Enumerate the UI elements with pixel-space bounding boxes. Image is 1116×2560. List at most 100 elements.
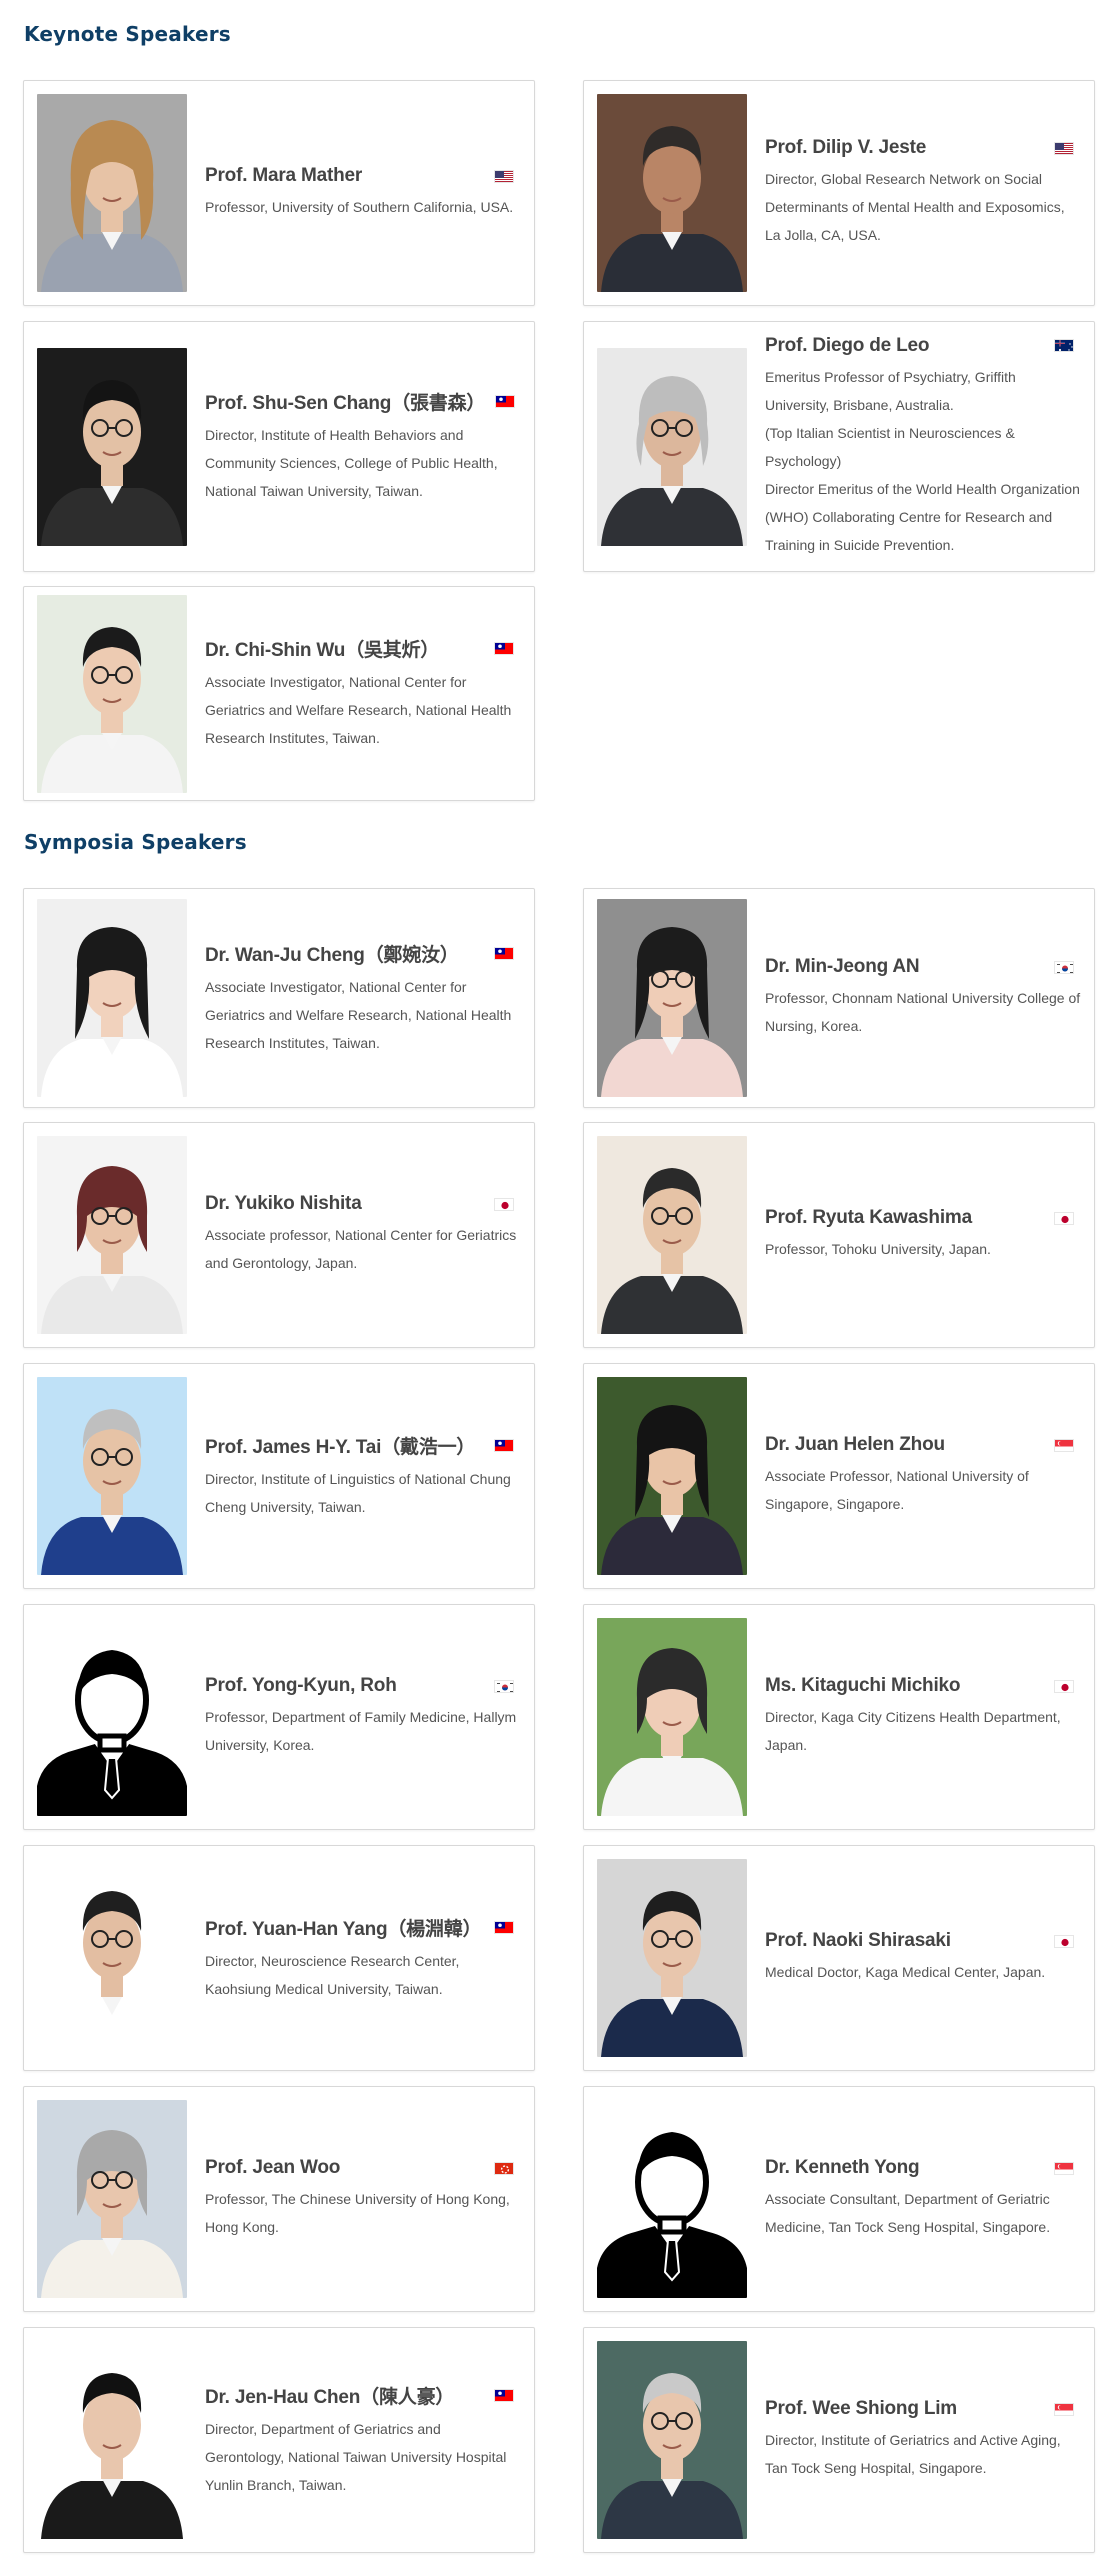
speaker-name: Prof. Diego de Leo xyxy=(765,334,930,356)
speaker-name: Prof. Yuan-Han Yang（楊淵韓） xyxy=(205,1918,482,1940)
speaker-name: Prof. Wee Shiong Lim xyxy=(765,2398,957,2419)
kr-flag-icon xyxy=(1054,960,1074,974)
tw-flag-icon xyxy=(494,1438,514,1452)
speaker-affiliation: Director, Kaga City Citizens Health Depa… xyxy=(765,1709,1061,1753)
speaker-card: Prof. Shu-Sen Chang（張書森） Director, Insti… xyxy=(23,321,535,572)
speaker-photo xyxy=(37,347,187,546)
speaker-card: Dr. Wan-Ju Cheng（鄭婉汝） Associate Investig… xyxy=(23,888,535,1108)
speaker-name: Dr. Chi-Shin Wu（吳其炘） xyxy=(205,640,440,661)
speaker-affiliation: Emeritus Professor of Psychiatry, Griffi… xyxy=(765,368,1016,413)
speaker-affiliation: Associate Investigator, National Center … xyxy=(205,978,512,1051)
speaker-name: Prof. Naoki Shirasaki xyxy=(765,1930,951,1951)
speaker-name-row: Dr. Chi-Shin Wu（吳其炘） xyxy=(205,635,522,662)
speaker-photo xyxy=(597,1618,747,1816)
speaker-affiliation: Professor, University of Southern Califo… xyxy=(205,199,514,215)
speaker-photo xyxy=(37,1859,187,2057)
speaker-affiliation: Director, Institute of Linguistics of Na… xyxy=(205,1470,511,1515)
speaker-affiliation: (Top Italian Scientist in Neurosciences … xyxy=(765,424,1015,469)
speaker-name-row: Dr. Min-Jeong AN xyxy=(765,956,1082,978)
speaker-name-row: Prof. James H-Y. Tai（戴浩一） xyxy=(205,1432,522,1459)
speaker-info: Dr. Min-Jeong AN Professor, Chonnam Nati… xyxy=(747,956,1082,1040)
speaker-name-row: Prof. Dilip V. Jeste xyxy=(765,137,1082,159)
us-flag-icon xyxy=(1054,141,1074,155)
speaker-name: Dr. Kenneth Yong xyxy=(765,2157,920,2178)
tw-flag-icon xyxy=(494,1920,514,1934)
speaker-affiliation: Professor, Tohoku University, Japan. xyxy=(765,1241,991,1257)
speaker-name-row: Ms. Kitaguchi Michiko xyxy=(765,1675,1082,1697)
speaker-affiliation: Associate professor, National Center for… xyxy=(205,1227,517,1271)
jp-flag-icon xyxy=(1054,1934,1074,1948)
speaker-photo xyxy=(37,94,187,292)
speaker-photo xyxy=(597,2341,747,2539)
speaker-name: Dr. Yukiko Nishita xyxy=(205,1193,362,1214)
sg-flag-icon xyxy=(1054,1438,1074,1452)
speaker-affiliation: Director Emeritus of the World Health Or… xyxy=(765,480,1080,553)
speaker-name-row: Dr. Juan Helen Zhou xyxy=(765,1434,1082,1456)
speaker-affiliation: Medical Doctor, Kaga Medical Center, Jap… xyxy=(765,1964,1046,1980)
speaker-photo xyxy=(37,1377,187,1575)
speaker-photo xyxy=(597,94,747,292)
speaker-photo xyxy=(37,2341,187,2539)
speaker-card: Dr. Jen-Hau Chen（陳人豪） Director, Departme… xyxy=(23,2327,535,2553)
speaker-card: Prof. Wee Shiong Lim Director, Institute… xyxy=(583,2327,1095,2553)
speaker-name-row: Prof. Naoki Shirasaki xyxy=(765,1930,1082,1952)
speaker-name: Dr. Jen-Hau Chen（陳人豪） xyxy=(205,2386,455,2408)
speaker-photo xyxy=(597,1859,747,2057)
speaker-photo xyxy=(597,1136,747,1334)
speaker-name: Prof. Jean Woo xyxy=(205,2157,341,2178)
speaker-name-row: Dr. Yukiko Nishita xyxy=(205,1193,522,1215)
speaker-name: Prof. Mara Mather xyxy=(205,165,363,186)
speaker-info: Prof. Dilip V. Jeste Director, Global Re… xyxy=(747,137,1082,249)
speaker-affiliation: Director, Institute of Geriatrics and Ac… xyxy=(765,2432,1061,2476)
speaker-name-row: Dr. Kenneth Yong xyxy=(765,2157,1082,2179)
speaker-photo xyxy=(597,899,747,1097)
speaker-info: Prof. Yuan-Han Yang（楊淵韓） Director, Neuro… xyxy=(187,1914,522,2003)
speaker-info: Prof. Diego de Leo Emeritus Professor of… xyxy=(747,335,1082,559)
speaker-info: Dr. Jen-Hau Chen（陳人豪） Director, Departme… xyxy=(187,2382,522,2499)
speaker-photo xyxy=(37,899,187,1097)
speaker-name-row: Prof. Yong-Kyun, Roh xyxy=(205,1675,522,1697)
speaker-affiliation: Professor, The Chinese University of Hon… xyxy=(205,2191,510,2235)
speaker-info: Dr. Chi-Shin Wu（吳其炘） Associate Investiga… xyxy=(187,635,522,752)
speaker-info: Prof. Jean Woo Professor, The Chinese Un… xyxy=(187,2157,522,2241)
speaker-name-row: Prof. Yuan-Han Yang（楊淵韓） xyxy=(205,1914,522,1941)
kr-flag-icon xyxy=(494,1679,514,1693)
speaker-card: Prof. Naoki Shirasaki Medical Doctor, Ka… xyxy=(583,1845,1095,2071)
speaker-name: Prof. James H-Y. Tai（戴浩一） xyxy=(205,1436,476,1458)
speaker-card: Prof. Jean Woo Professor, The Chinese Un… xyxy=(23,2086,535,2312)
speaker-photo xyxy=(37,2100,187,2298)
speaker-name-row: Prof. Shu-Sen Chang（張書森） xyxy=(205,388,522,415)
speaker-name: Ms. Kitaguchi Michiko xyxy=(765,1675,961,1696)
speaker-info: Dr. Juan Helen Zhou Associate Professor,… xyxy=(747,1434,1082,1518)
speaker-photo xyxy=(597,2100,747,2298)
sg-flag-icon xyxy=(1054,2402,1074,2416)
tw-flag-icon xyxy=(495,395,516,408)
speaker-info: Prof. Wee Shiong Lim Director, Institute… xyxy=(747,2398,1082,2482)
speaker-card: Dr. Yukiko Nishita Associate professor, … xyxy=(23,1122,535,1348)
speaker-info: Prof. Yong-Kyun, Roh Professor, Departme… xyxy=(187,1675,522,1759)
speaker-photo xyxy=(37,1136,187,1334)
speaker-info: Ms. Kitaguchi Michiko Director, Kaga Cit… xyxy=(747,1675,1082,1759)
speaker-name-row: Dr. Jen-Hau Chen（陳人豪） xyxy=(205,2382,522,2409)
speaker-affiliation: Director, Neuroscience Research Center, … xyxy=(205,1952,460,1997)
speaker-card: Dr. Min-Jeong AN Professor, Chonnam Nati… xyxy=(583,888,1095,1108)
speaker-name: Dr. Juan Helen Zhou xyxy=(765,1434,945,1455)
speaker-photo xyxy=(37,1618,187,1816)
speaker-name-row: Prof. Ryuta Kawashima xyxy=(765,1207,1082,1229)
speaker-info: Prof. Mara Mather Professor, University … xyxy=(187,165,522,221)
speaker-name: Dr. Wan-Ju Cheng（鄭婉汝） xyxy=(205,944,459,966)
speaker-card: Prof. Yuan-Han Yang（楊淵韓） Director, Neuro… xyxy=(23,1845,535,2071)
jp-flag-icon xyxy=(1054,1211,1074,1225)
speaker-card: Prof. Diego de Leo Emeritus Professor of… xyxy=(583,321,1095,572)
jp-flag-icon xyxy=(1054,1679,1074,1693)
tw-flag-icon xyxy=(494,642,514,655)
speaker-name: Dr. Min-Jeong AN xyxy=(765,956,920,977)
speaker-name-row: Dr. Wan-Ju Cheng（鄭婉汝） xyxy=(205,940,522,967)
tw-flag-icon xyxy=(494,946,514,960)
tw-flag-icon xyxy=(494,2388,514,2402)
speaker-info: Prof. James H-Y. Tai（戴浩一） Director, Inst… xyxy=(187,1432,522,1521)
speaker-name-row: Prof. Mara Mather xyxy=(205,165,522,187)
speaker-card: Dr. Kenneth Yong Associate Consultant, D… xyxy=(583,2086,1095,2312)
speaker-photo xyxy=(37,594,187,793)
speaker-card: Dr. Juan Helen Zhou Associate Professor,… xyxy=(583,1363,1095,1589)
